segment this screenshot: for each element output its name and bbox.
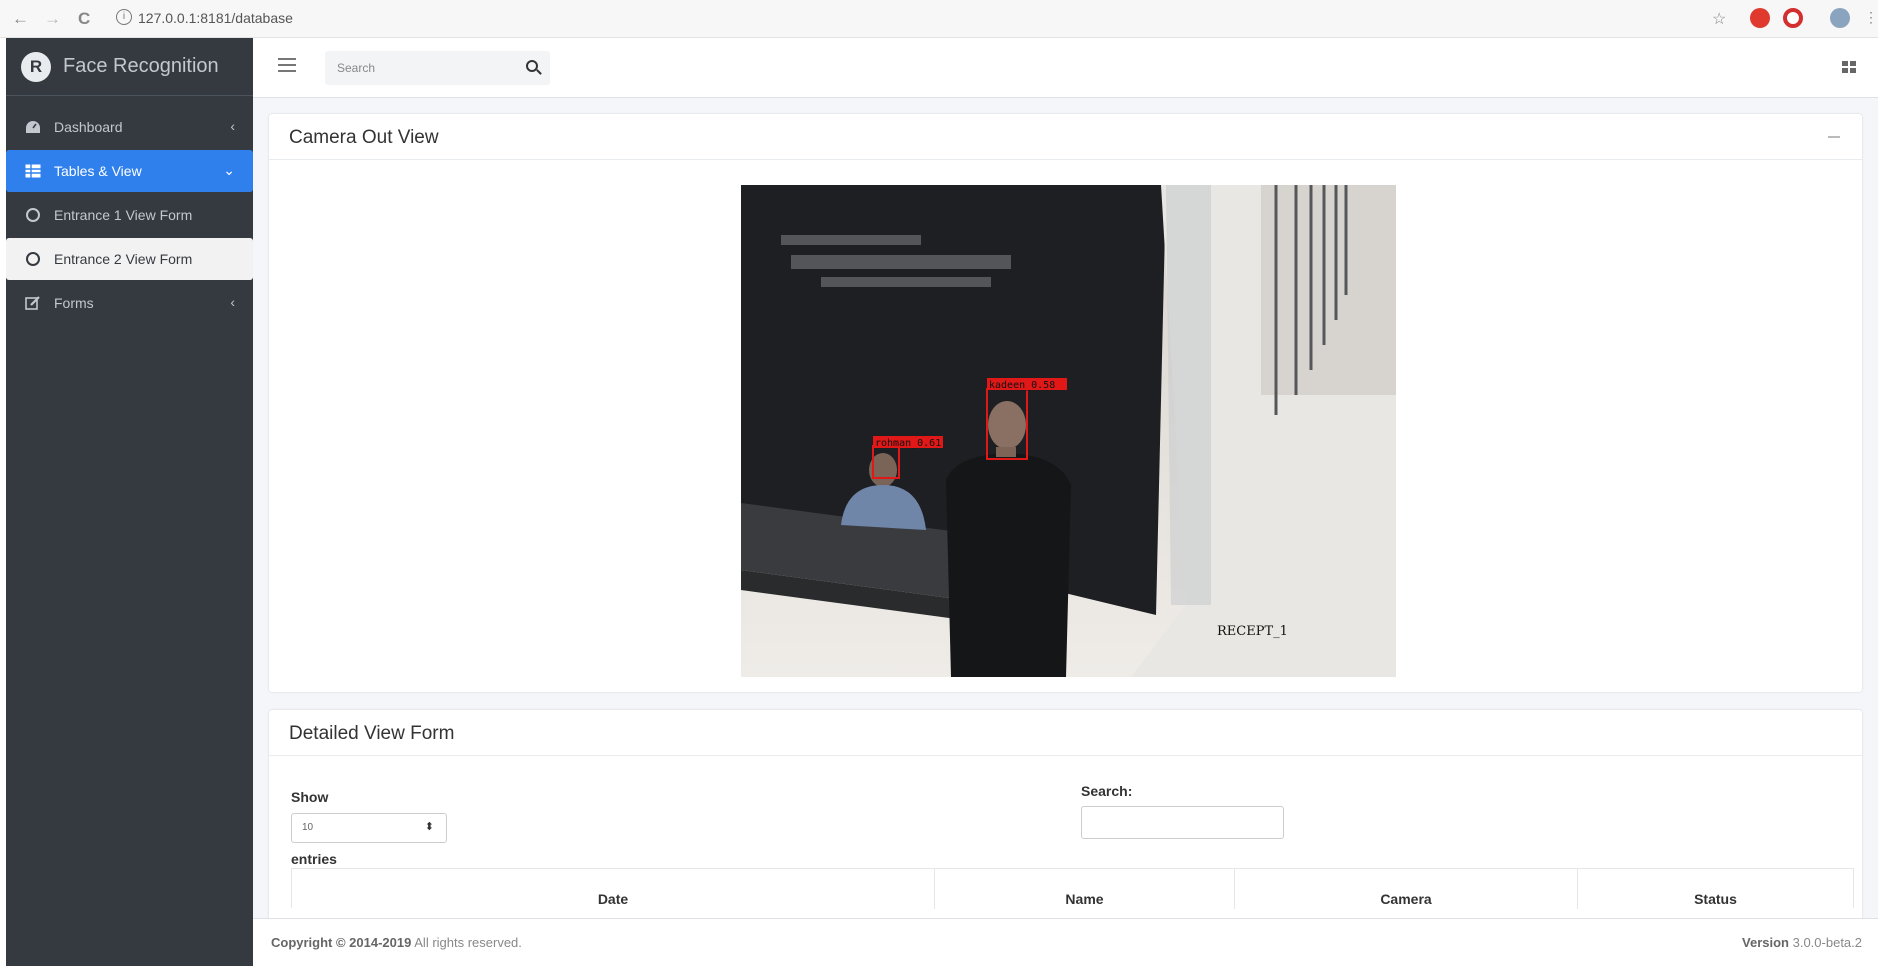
hamburger-menu-icon[interactable] [278, 58, 296, 76]
brand-text: Face Recognition [63, 55, 219, 77]
opera-extension-icon[interactable] [1783, 8, 1803, 28]
top-navbar: Search [253, 38, 1878, 98]
detection-label: rohman_0.61 [875, 438, 941, 449]
camera-feed-image: rohman_0.61 kadeen_0.58 RECEPT_1 [741, 185, 1396, 677]
apps-grid-icon[interactable] [1842, 61, 1856, 73]
camera-label: RECEPT_1 [1217, 624, 1288, 639]
reload-icon[interactable]: C [78, 9, 90, 29]
copyright-text: Copyright © 2014-2019 All rights reserve… [271, 935, 522, 950]
column-header-date[interactable]: Date [292, 869, 935, 909]
sidebar: R Face Recognition Dashboard ‹ Tables & … [6, 38, 253, 966]
detailed-view-form-card: Detailed View Form Show 10 ⬍ entries Sea… [269, 710, 1862, 930]
column-header-camera[interactable]: Camera [1235, 869, 1578, 909]
entries-value: 10 [302, 822, 314, 833]
search-icon[interactable] [526, 60, 538, 72]
forward-icon[interactable]: → [44, 9, 61, 29]
circle-icon [24, 207, 42, 223]
table-search-input[interactable] [1081, 806, 1284, 839]
chevron-left-icon: ‹ [230, 118, 235, 134]
profile-avatar[interactable] [1830, 8, 1850, 28]
sidebar-item-entrance-2-view-form[interactable]: Entrance 2 View Form [6, 238, 253, 280]
edit-icon [24, 295, 42, 311]
sidebar-item-tables-view[interactable]: Tables & View ⌄ [6, 150, 253, 192]
card-title: Camera Out View [269, 114, 1862, 160]
adblock-extension-icon[interactable] [1750, 8, 1770, 28]
collapse-icon[interactable] [1828, 136, 1840, 138]
detection-label: kadeen_0.58 [989, 380, 1055, 391]
circle-icon [24, 251, 42, 267]
table-search-label: Search: [1081, 783, 1133, 799]
main-content: Camera Out View rohman_0.61 kadeen_0.58 … [253, 98, 1878, 930]
card-title: Detailed View Form [269, 710, 1862, 756]
brand-link[interactable]: R Face Recognition [6, 38, 253, 96]
table-header-row: Date Name Camera Status [291, 868, 1854, 909]
brand-logo-icon: R [21, 51, 51, 82]
column-header-name[interactable]: Name [935, 869, 1235, 909]
back-icon[interactable]: ← [12, 9, 29, 29]
sidebar-item-label: Dashboard [54, 119, 123, 135]
column-header-status[interactable]: Status [1578, 869, 1853, 909]
camera-out-view-card: Camera Out View rohman_0.61 kadeen_0.58 … [269, 114, 1862, 692]
sidebar-item-label: Tables & View [54, 163, 142, 179]
page-footer: Copyright © 2014-2019 All rights reserve… [253, 918, 1878, 966]
sidebar-item-label: Entrance 2 View Form [54, 251, 193, 267]
sidebar-menu: Dashboard ‹ Tables & View ⌄ Entrance 1 V… [6, 96, 253, 334]
sidebar-item-forms[interactable]: Forms ‹ [6, 282, 253, 324]
address-bar[interactable]: 127.0.0.1:8181/database [138, 10, 293, 26]
version-text: Version 3.0.0-beta.2 [1742, 935, 1862, 950]
sidebar-item-label: Forms [54, 295, 94, 311]
show-label: Show [291, 789, 329, 805]
site-info-icon[interactable]: i [116, 9, 132, 25]
entries-select[interactable]: 10 ⬍ [291, 813, 447, 843]
dashboard-icon [24, 119, 42, 135]
chevron-left-icon: ‹ [230, 294, 235, 310]
navbar-search-input[interactable]: Search [325, 51, 550, 85]
search-placeholder: Search [337, 61, 376, 75]
browser-toolbar: ← → C i 127.0.0.1:8181/database ☆ ⋮ [0, 0, 1878, 38]
sidebar-item-dashboard[interactable]: Dashboard ‹ [6, 106, 253, 148]
bookmark-star-icon[interactable]: ☆ [1712, 9, 1726, 29]
sidebar-item-entrance-1-view-form[interactable]: Entrance 1 View Form [6, 194, 253, 236]
sidebar-item-label: Entrance 1 View Form [54, 207, 193, 223]
entries-label: entries [291, 851, 337, 867]
chevron-down-icon: ⌄ [223, 162, 235, 178]
select-arrows-icon: ⬍ [424, 821, 434, 833]
browser-menu-icon[interactable]: ⋮ [1864, 9, 1878, 26]
table-icon [24, 163, 42, 179]
